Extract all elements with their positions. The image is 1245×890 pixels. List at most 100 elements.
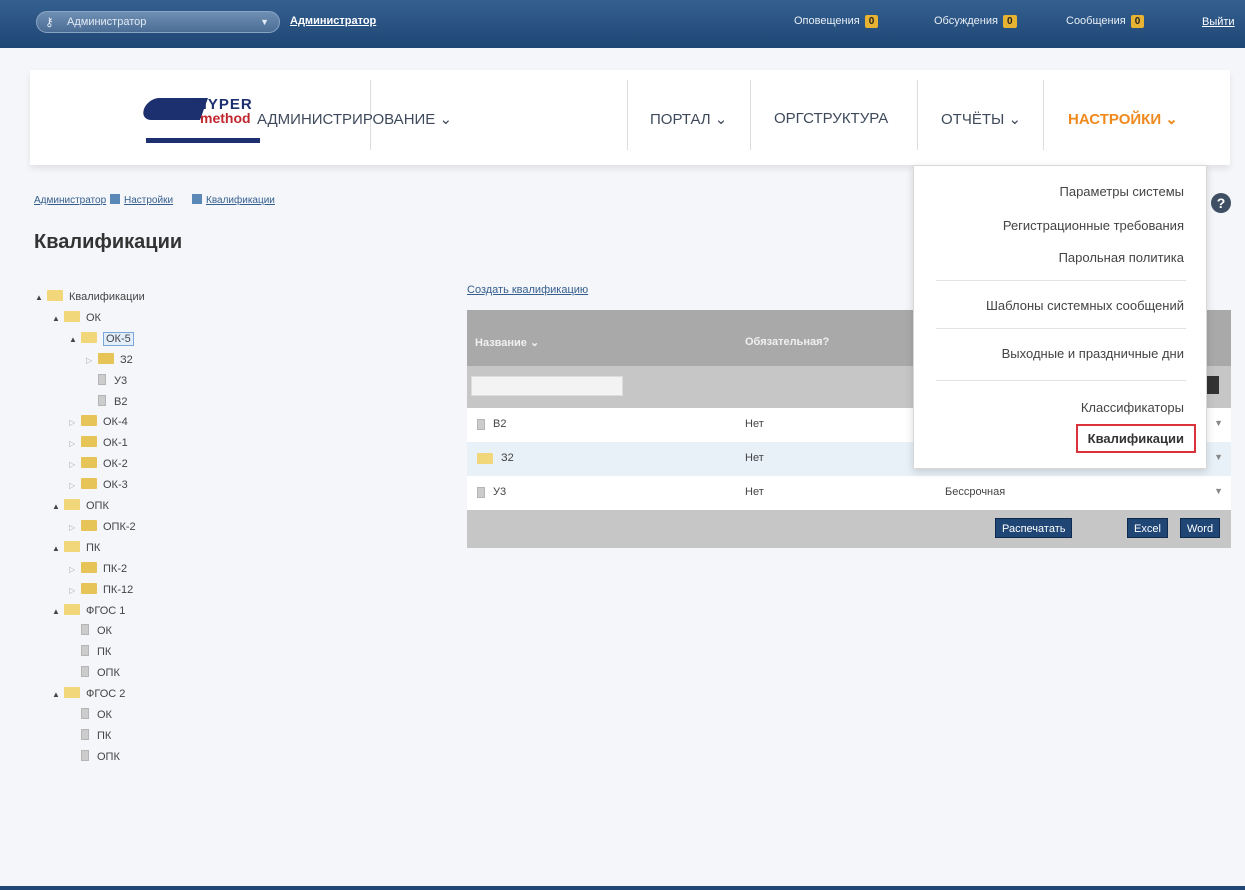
tree-node[interactable]: ▷ ОК-3 [69, 476, 128, 494]
tree-node[interactable]: ▷ З2 [86, 351, 133, 369]
breadcrumb-item-settings[interactable]: Настройки [124, 195, 173, 206]
menu-org[interactable]: ОРГСТРУКТУРА [774, 110, 888, 127]
print-button[interactable]: Распечатать [995, 518, 1073, 538]
menu-item-classifiers[interactable]: Классификаторы [1081, 400, 1184, 415]
row-actions-chevron-icon[interactable]: ▼ [1214, 452, 1223, 462]
column-header-required[interactable]: Обязательная? [745, 336, 829, 348]
tree-node-label: Квалификации [69, 291, 145, 303]
collapsed-arrow-icon[interactable]: ▷ [69, 582, 81, 600]
tree-node[interactable]: ОПК [69, 664, 120, 682]
row-actions-chevron-icon[interactable]: ▼ [1214, 418, 1223, 428]
help-icon[interactable]: ? [1211, 193, 1231, 213]
tree-node[interactable]: ОК [69, 622, 112, 640]
folder-icon [81, 561, 97, 573]
logout-link[interactable]: Выйти [1202, 16, 1235, 28]
discussions-link[interactable]: Обсуждения 0 [934, 15, 1017, 28]
cell-required: Нет [745, 418, 764, 430]
grid-footer: Распечатать Excel Word [467, 510, 1231, 548]
tree-node[interactable]: ▲ ОК [52, 309, 101, 327]
tree-node[interactable]: ПК [69, 643, 111, 661]
header-divider [750, 80, 751, 150]
menu-settings[interactable]: НАСТРОЙКИ ⌄ [1068, 110, 1178, 128]
user-link[interactable]: Администратор [290, 15, 376, 27]
collapsed-arrow-icon[interactable]: ▷ [69, 519, 81, 537]
collapsed-arrow-icon[interactable]: ▷ [69, 414, 81, 432]
expanded-arrow-icon[interactable]: ▲ [52, 540, 64, 558]
cell-name: В2 [493, 418, 507, 430]
menu-divider [936, 328, 1186, 329]
menu-item-message-templates[interactable]: Шаблоны системных сообщений [986, 298, 1184, 313]
breadcrumb-item-qualifications[interactable]: Квалификации [206, 195, 275, 206]
tree-node[interactable]: ▲ Квалификации [35, 288, 145, 306]
collapsed-arrow-icon[interactable]: ▷ [69, 561, 81, 579]
folder-icon [64, 687, 80, 699]
cell-required: Нет [745, 452, 764, 464]
tree-node[interactable]: ▷ ПК-2 [69, 560, 127, 578]
role-select[interactable]: ⚷ Администратор ▼ [36, 11, 280, 33]
table-row[interactable]: У3 Нет Бессрочная ▼ [467, 476, 1231, 510]
tree-node[interactable]: ▷ ОК-2 [69, 455, 128, 473]
collapsed-arrow-icon[interactable]: ▷ [86, 352, 98, 370]
tree-node[interactable]: ▲ ОПК [52, 497, 109, 515]
collapsed-arrow-icon[interactable]: ▷ [69, 477, 81, 495]
folder-icon [64, 310, 80, 322]
tree-node-label: ОК [86, 311, 101, 324]
tree-node[interactable]: У3 [86, 372, 127, 390]
expanded-arrow-icon[interactable]: ▲ [52, 686, 64, 704]
document-icon [81, 624, 89, 636]
notifications-link[interactable]: Оповещения 0 [794, 15, 879, 28]
row-actions-chevron-icon[interactable]: ▼ [1214, 486, 1223, 496]
logo-bar [146, 138, 260, 143]
menu-item-registration-requirements[interactable]: Регистрационные требования [1003, 218, 1184, 233]
menu-divider [936, 380, 1186, 381]
tree-node-label: ОК-3 [103, 479, 128, 492]
collapsed-arrow-icon[interactable]: ▷ [69, 456, 81, 474]
tree-node-label: ПК-2 [103, 562, 128, 575]
tree-node-label: ОПК [97, 667, 120, 680]
tree-node[interactable]: ▷ ОК-1 [69, 434, 128, 452]
tree-node[interactable]: ПК [69, 727, 111, 745]
create-qualification-link[interactable]: Создать квалификацию [467, 284, 588, 296]
cell-required: Нет [745, 486, 764, 498]
menu-admin[interactable]: АДМИНИСТРИРОВАНИЕ ⌄ [257, 110, 452, 128]
tree-node[interactable]: ОПК [69, 748, 120, 766]
breadcrumb-item-admin[interactable]: Администратор [34, 195, 106, 206]
tree-node[interactable]: ▲ ОК-5 [69, 330, 134, 348]
menu-reports[interactable]: ОТЧЁТЫ ⌄ [941, 110, 1021, 128]
word-button[interactable]: Word [1180, 518, 1221, 538]
document-icon [98, 394, 106, 406]
column-header-name[interactable]: Название ⌄ [475, 336, 539, 349]
expanded-arrow-icon[interactable]: ▲ [52, 603, 64, 621]
document-icon [81, 749, 89, 761]
menu-portal[interactable]: ПОРТАЛ ⌄ [650, 110, 727, 128]
tree-node[interactable]: ОК [69, 706, 112, 724]
menu-item-qualifications[interactable]: Квалификации [1075, 424, 1196, 453]
collapsed-arrow-icon[interactable]: ▷ [69, 435, 81, 453]
expanded-arrow-icon[interactable]: ▲ [52, 310, 64, 328]
document-icon [81, 708, 89, 719]
folder-icon [81, 582, 97, 594]
menu-item-system-parameters[interactable]: Параметры системы [1060, 184, 1185, 199]
tree-node[interactable]: ▲ ФГОС 2 [52, 685, 125, 703]
excel-button[interactable]: Excel [1127, 518, 1168, 538]
key-icon: ⚷ [45, 15, 54, 29]
tree-node[interactable]: В2 [86, 393, 127, 411]
messages-link[interactable]: Сообщения 0 [1066, 15, 1145, 28]
document-icon [81, 728, 89, 740]
name-filter-input[interactable] [471, 376, 623, 396]
logo[interactable]: HYPER method [139, 94, 264, 146]
tree-node[interactable]: ▷ ОПК-2 [69, 518, 136, 536]
breadcrumb-separator-icon [110, 194, 120, 204]
tree-node[interactable]: ▲ ФГОС 1 [52, 602, 125, 620]
tree-node[interactable]: ▷ ПК-12 [69, 581, 133, 599]
tree-node-label: ПК [86, 541, 101, 554]
tree-node[interactable]: ▲ ПК [52, 539, 100, 557]
menu-item-holidays[interactable]: Выходные и праздничные дни [1002, 346, 1184, 361]
filter-button[interactable] [1207, 376, 1219, 394]
expanded-arrow-icon[interactable]: ▲ [52, 498, 64, 516]
expanded-arrow-icon[interactable]: ▲ [69, 331, 81, 349]
expanded-arrow-icon[interactable]: ▲ [35, 289, 47, 307]
menu-item-password-policy[interactable]: Парольная политика [1059, 250, 1184, 265]
tree-node[interactable]: ▷ ОК-4 [69, 413, 128, 431]
folder-icon [81, 457, 97, 469]
